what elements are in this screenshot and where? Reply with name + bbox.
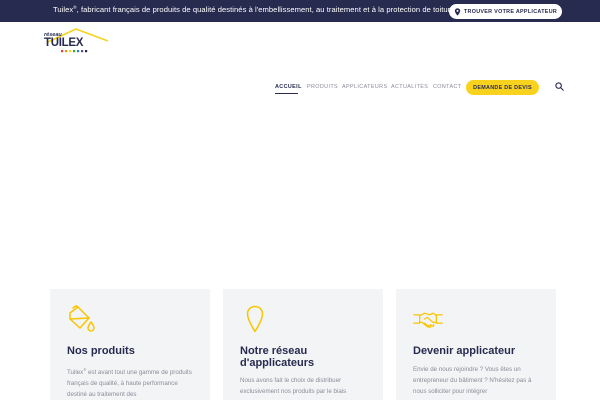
nav-item-actualites[interactable]: ACTUALITÉS (391, 84, 428, 90)
handshake-icon (413, 312, 443, 328)
find-applicator-button[interactable]: TROUVER VOTRE APPLICATEUR (449, 4, 562, 19)
location-pin-icon (246, 305, 264, 333)
search-icon[interactable] (555, 82, 564, 91)
card-products[interactable]: Nos produits Tuilex® est avant tout une … (50, 289, 210, 400)
nav-item-contact[interactable]: CONTACT (433, 84, 461, 90)
card-become-applicator[interactable]: Devenir applicateur Envie de nous rejoin… (396, 289, 556, 400)
card-text: Envie de nous rejoindre ? Vous êtes un e… (413, 366, 532, 395)
card-title: Devenir applicateur (413, 345, 516, 357)
quote-request-button[interactable]: DEMANDE DE DEVIS (466, 80, 539, 95)
nav-item-accueil[interactable]: ACCUEIL (275, 84, 302, 90)
card-text: Nous avons fait le choix de distribuer e… (240, 377, 347, 395)
find-applicator-label: TROUVER VOTRE APPLICATEUR (463, 8, 558, 15)
card-text: Tuilex® est avant tout une gamme de prod… (67, 367, 192, 399)
tagline: Tuilex®, fabricant français de produits … (53, 5, 457, 14)
nav-item-applicateurs[interactable]: APPLICATEURS (342, 84, 387, 90)
paint-bucket-icon (69, 305, 95, 332)
active-nav-underline (275, 93, 298, 94)
card-network[interactable]: Notre réseau d'applicateurs Nous avons f… (223, 289, 383, 400)
location-pin-icon (454, 7, 461, 16)
top-announcement-bar: Tuilex®, fabricant français de produits … (0, 0, 600, 22)
svg-text:TUILEX: TUILEX (44, 37, 84, 49)
card-title: Notre réseau d'applicateurs (240, 345, 315, 369)
card-title: Nos produits (67, 345, 135, 357)
tuilex-logo[interactable]: réseau TUILEX (42, 26, 114, 54)
nav-item-produits[interactable]: PRODUITS (307, 84, 338, 90)
